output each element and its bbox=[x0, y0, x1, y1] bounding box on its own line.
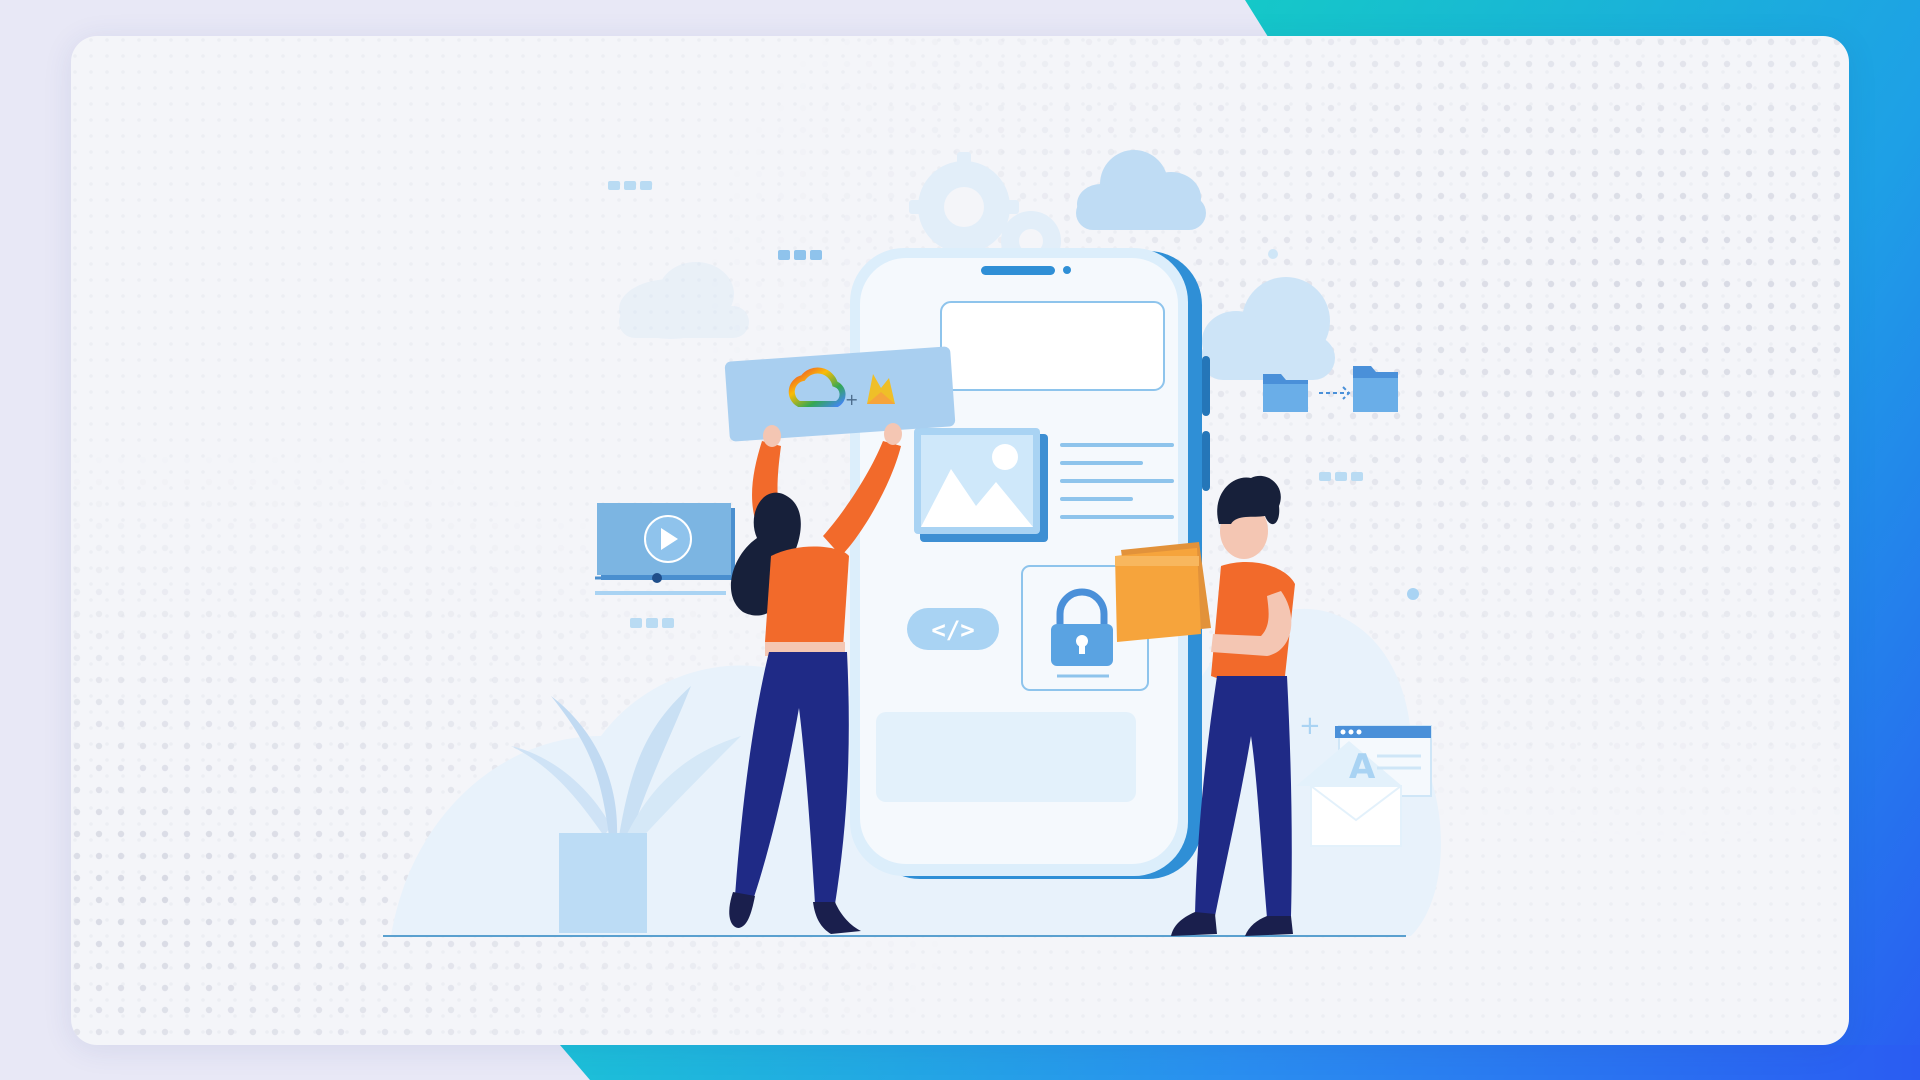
svg-text:+: + bbox=[1299, 711, 1321, 741]
code-brackets-icon: </> bbox=[907, 608, 999, 650]
bottom-accent bbox=[560, 1045, 1920, 1080]
svg-text:+: + bbox=[845, 390, 858, 409]
image-icon bbox=[914, 428, 1048, 542]
folder-icon bbox=[1115, 542, 1211, 642]
phone-header-box bbox=[940, 301, 1165, 391]
svg-text:</>: </> bbox=[931, 616, 974, 644]
video-play-icon bbox=[595, 503, 735, 595]
svg-text:A: A bbox=[1349, 747, 1376, 787]
illustration: + </> A + bbox=[71, 36, 1849, 1045]
integration-banner: + bbox=[724, 346, 956, 442]
illustration-card: + </> A + bbox=[71, 36, 1849, 1045]
phone-footer-box bbox=[876, 712, 1136, 802]
folder-icon bbox=[1353, 366, 1398, 412]
